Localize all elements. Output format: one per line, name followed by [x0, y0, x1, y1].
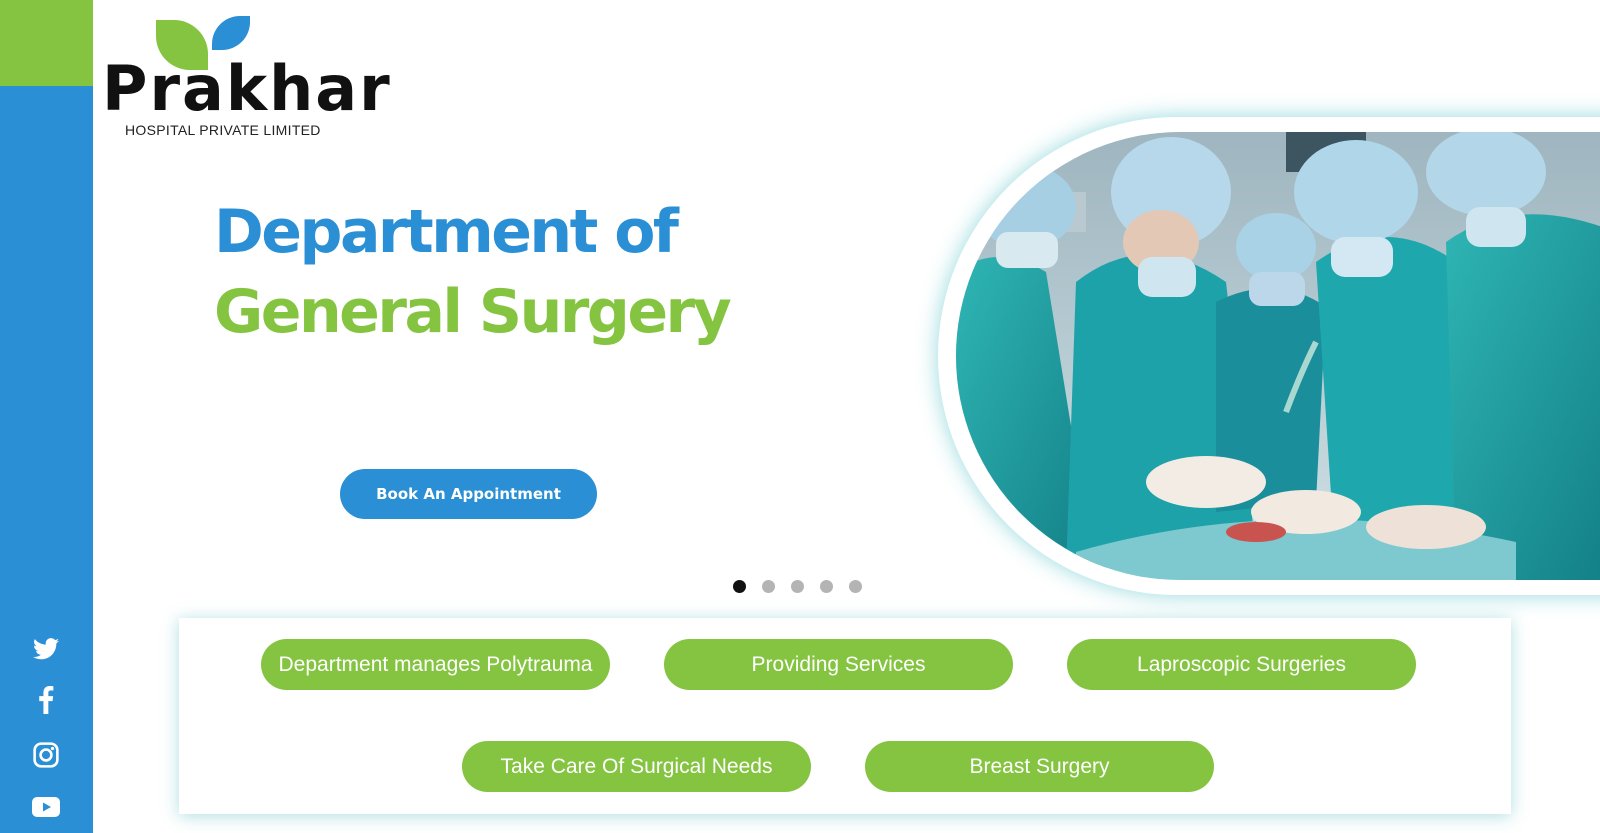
twitter-icon[interactable]: [28, 634, 64, 664]
logo-name: Prakhar: [102, 52, 392, 125]
hero-heading: Department of General Surgery: [214, 197, 732, 347]
carousel-dot[interactable]: [733, 580, 746, 593]
book-appointment-button[interactable]: Book An Appointment: [340, 469, 597, 519]
service-pill[interactable]: Take Care Of Surgical Needs: [462, 741, 811, 792]
sidebar-accent-block: [0, 0, 93, 86]
services-card: Department manages Polytrauma Providing …: [179, 618, 1511, 814]
carousel-dot[interactable]: [762, 580, 775, 593]
logo-subtitle: HOSPITAL PRIVATE LIMITED: [125, 122, 321, 138]
youtube-icon[interactable]: [28, 792, 64, 822]
surgery-illustration: [956, 132, 1600, 580]
hero-surgery-photo: [956, 132, 1600, 580]
service-pill[interactable]: Breast Surgery: [865, 741, 1214, 792]
carousel-dot[interactable]: [820, 580, 833, 593]
instagram-icon[interactable]: [28, 740, 64, 770]
service-pill[interactable]: Laproscopic Surgeries: [1067, 639, 1416, 690]
service-pill[interactable]: Department manages Polytrauma: [261, 639, 610, 690]
hero-heading-line1: Department of: [214, 197, 679, 267]
facebook-icon[interactable]: [28, 685, 64, 715]
carousel-dots: [733, 580, 862, 593]
carousel-dot[interactable]: [791, 580, 804, 593]
logo-leaf-blue: [212, 16, 250, 50]
logo[interactable]: Prakhar HOSPITAL PRIVATE LIMITED: [100, 14, 390, 144]
sidebar: [0, 0, 93, 833]
carousel-dot[interactable]: [849, 580, 862, 593]
service-pill[interactable]: Providing Services: [664, 639, 1013, 690]
hero-heading-line2: General Surgery: [214, 277, 732, 347]
